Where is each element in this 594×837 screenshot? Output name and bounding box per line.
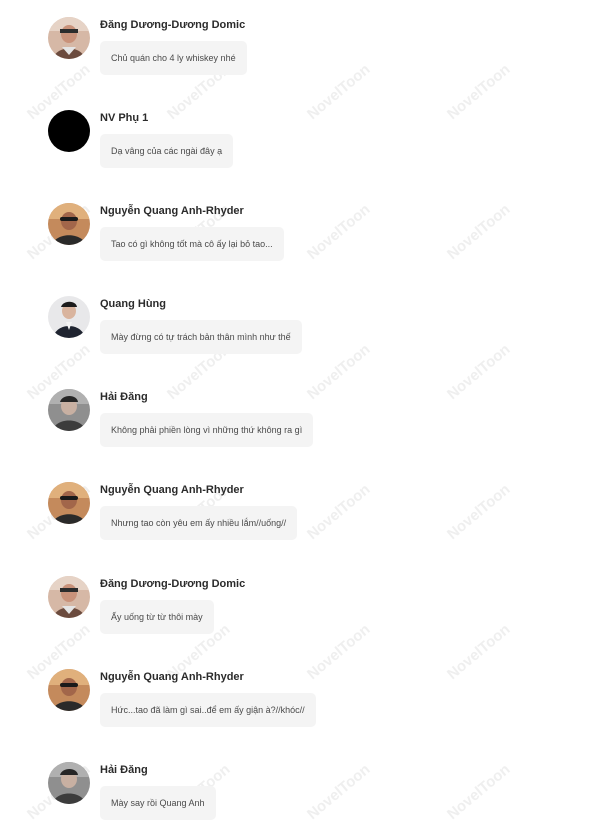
chat-message: Nguyễn Quang Anh-Rhyder Nhưng tao còn yê… — [48, 482, 588, 572]
message-bubble: Chủ quán cho 4 ly whiskey nhé — [100, 41, 247, 75]
chat-message: Đăng Dương-Dương Domic Chủ quán cho 4 ly… — [48, 17, 588, 107]
chat-message: NV Phụ 1 Dạ vâng của các ngài đây ạ — [48, 110, 588, 200]
chat-message: Hải Đăng Không phải phiền lòng vì những … — [48, 389, 588, 479]
message-bubble: Tao có gì không tốt mà cô ấy lại bỏ tao.… — [100, 227, 284, 261]
sender-name: Đăng Dương-Dương Domic — [100, 19, 246, 31]
message-bubble: Nhưng tao còn yêu em ấy nhiều lắm//uống/… — [100, 506, 298, 540]
chat-message: Nguyễn Quang Anh-Rhyder Tao có gì không … — [48, 203, 588, 293]
avatar-rhyder[interactable] — [48, 482, 90, 524]
sender-name: Quang Hùng — [100, 298, 166, 310]
chat-message: Quang Hùng Mày đừng có tự trách bản thân… — [48, 296, 588, 386]
message-bubble: Ấy uống từ từ thôi mày — [100, 600, 214, 634]
sender-name: Đăng Dương-Dương Domic — [100, 578, 246, 590]
chat-message: Nguyễn Quang Anh-Rhyder Hức...tao đã làm… — [48, 669, 588, 759]
sender-name: Nguyễn Quang Anh-Rhyder — [100, 205, 244, 217]
sender-name: Nguyễn Quang Anh-Rhyder — [100, 484, 244, 496]
message-bubble: Mày say rồi Quang Anh — [100, 786, 216, 820]
message-bubble: Hức...tao đã làm gì sai..để em ấy giận à… — [100, 693, 316, 727]
avatar-quanghung[interactable] — [48, 296, 90, 338]
chat-message: Đăng Dương-Dương Domic Ấy uống từ từ thô… — [48, 576, 588, 666]
chat-thread: NovelToon NovelToon NovelToon NovelToon … — [0, 0, 594, 837]
avatar-domic[interactable] — [48, 576, 90, 618]
message-bubble: Mày đừng có tự trách bản thân mình như t… — [100, 320, 302, 354]
avatar-haidang[interactable] — [48, 389, 90, 431]
message-bubble: Không phải phiền lòng vì những thứ không… — [100, 413, 314, 447]
avatar-black[interactable] — [48, 110, 90, 152]
sender-name: NV Phụ 1 — [100, 112, 149, 124]
chat-message: Hải Đăng Mày say rồi Quang Anh — [48, 762, 588, 837]
avatar-domic[interactable] — [48, 17, 90, 59]
message-bubble: Dạ vâng của các ngài đây ạ — [100, 134, 234, 168]
avatar-rhyder[interactable] — [48, 669, 90, 711]
sender-name: Hải Đăng — [100, 764, 148, 776]
sender-name: Nguyễn Quang Anh-Rhyder — [100, 671, 244, 683]
sender-name: Hải Đăng — [100, 391, 148, 403]
avatar-haidang[interactable] — [48, 762, 90, 804]
avatar-rhyder[interactable] — [48, 203, 90, 245]
